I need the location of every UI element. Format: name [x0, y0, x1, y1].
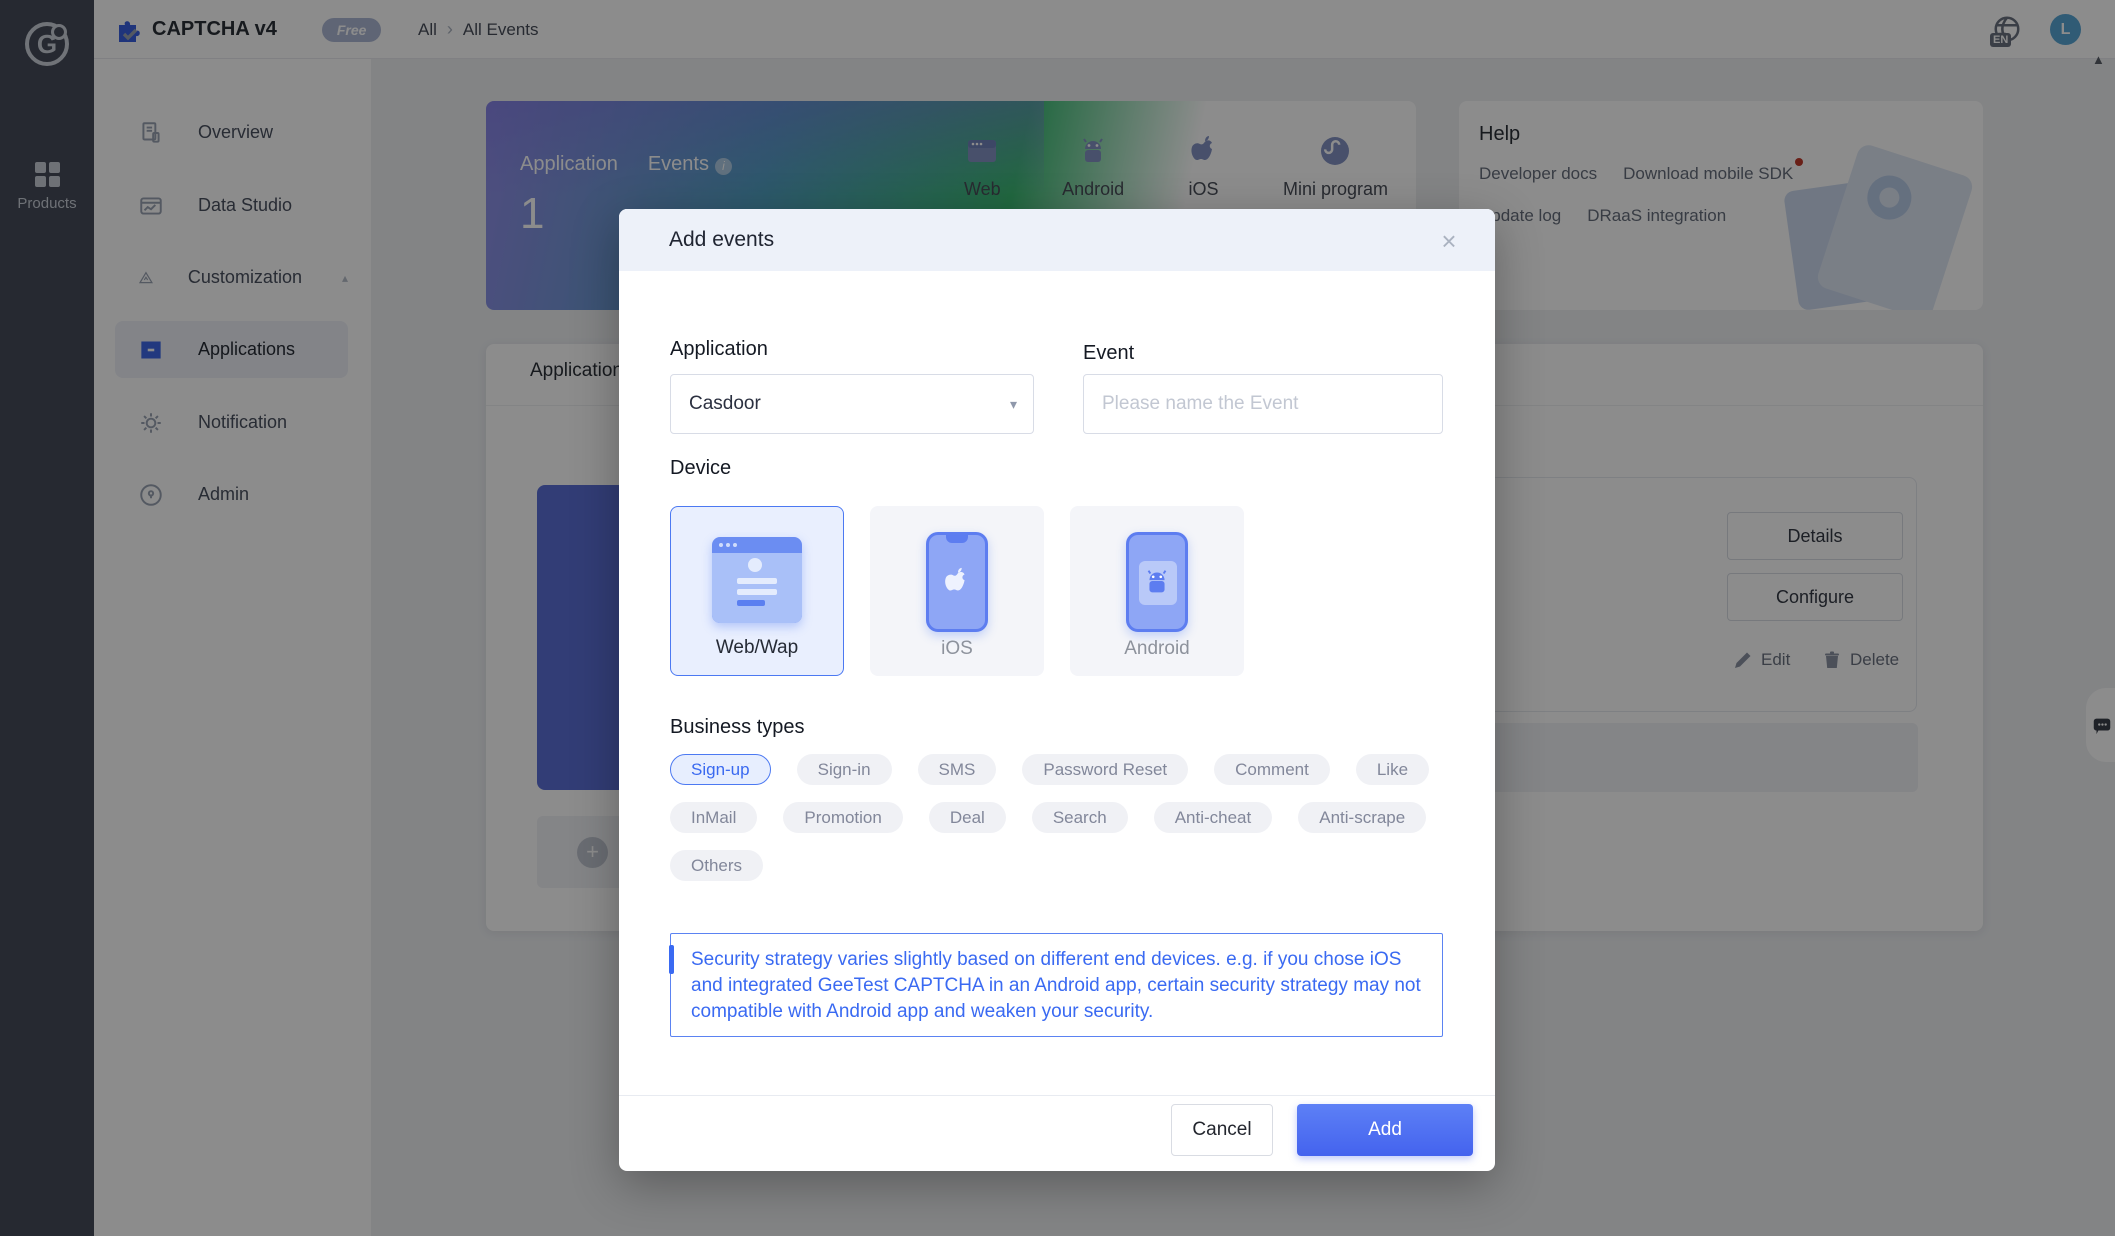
device-option-android[interactable]: Android	[1070, 506, 1244, 676]
chip-promotion[interactable]: Promotion	[783, 802, 903, 833]
device-option-ios[interactable]: iOS	[870, 506, 1044, 676]
business-type-chips: Sign-up Sign-in SMS Password Reset Comme…	[670, 754, 1442, 881]
android-phone-illustration-icon	[1126, 532, 1188, 632]
device-option-label: Android	[1124, 638, 1190, 659]
business-types-label: Business types	[670, 716, 805, 738]
security-note: Security strategy varies slightly based …	[669, 933, 1443, 1037]
close-icon[interactable]: ×	[1431, 223, 1467, 259]
note-accent-bar	[669, 945, 674, 974]
modal-title: Add events	[669, 228, 775, 251]
device-section-label: Device	[670, 457, 732, 479]
chip-anti-cheat[interactable]: Anti-cheat	[1153, 802, 1273, 833]
chip-sign-up[interactable]: Sign-up	[670, 754, 771, 785]
event-field-label: Event	[1083, 342, 1135, 364]
page-root: G Products CAPTCHA v4 Free All › All Eve…	[0, 0, 2115, 1236]
chip-like[interactable]: Like	[1355, 754, 1430, 785]
cancel-button[interactable]: Cancel	[1171, 1104, 1273, 1156]
chip-deal[interactable]: Deal	[928, 802, 1006, 833]
modal-header: Add events	[619, 209, 1495, 271]
chip-sign-in[interactable]: Sign-in	[796, 754, 892, 785]
chip-sms[interactable]: SMS	[917, 754, 997, 785]
chip-inmail[interactable]: InMail	[670, 802, 758, 833]
chip-search[interactable]: Search	[1031, 802, 1128, 833]
chevron-down-icon: ▾	[1009, 395, 1017, 412]
application-field-label: Application	[670, 338, 768, 360]
chip-anti-scrape[interactable]: Anti-scrape	[1298, 802, 1427, 833]
chip-password-reset[interactable]: Password Reset	[1022, 754, 1189, 785]
security-note-text: Security strategy varies slightly based …	[691, 949, 1421, 1022]
iphone-illustration-icon	[926, 532, 988, 632]
application-select-value: Casdoor	[689, 393, 761, 414]
device-option-web-wap[interactable]: Web/Wap	[670, 506, 844, 676]
apple-icon	[945, 567, 965, 591]
application-select[interactable]: Casdoor ▾	[670, 374, 1034, 434]
device-option-label: iOS	[941, 638, 973, 659]
event-name-input[interactable]	[1083, 374, 1443, 434]
chip-comment[interactable]: Comment	[1214, 754, 1330, 785]
android-icon	[1147, 570, 1167, 593]
browser-illustration-icon	[712, 537, 802, 623]
add-events-modal: Add events × Application Casdoor ▾ Event…	[619, 209, 1495, 1171]
modal-footer: Cancel Add	[619, 1095, 1495, 1171]
chip-others[interactable]: Others	[670, 850, 764, 881]
device-option-label: Web/Wap	[715, 637, 799, 658]
add-button[interactable]: Add	[1297, 1104, 1473, 1156]
